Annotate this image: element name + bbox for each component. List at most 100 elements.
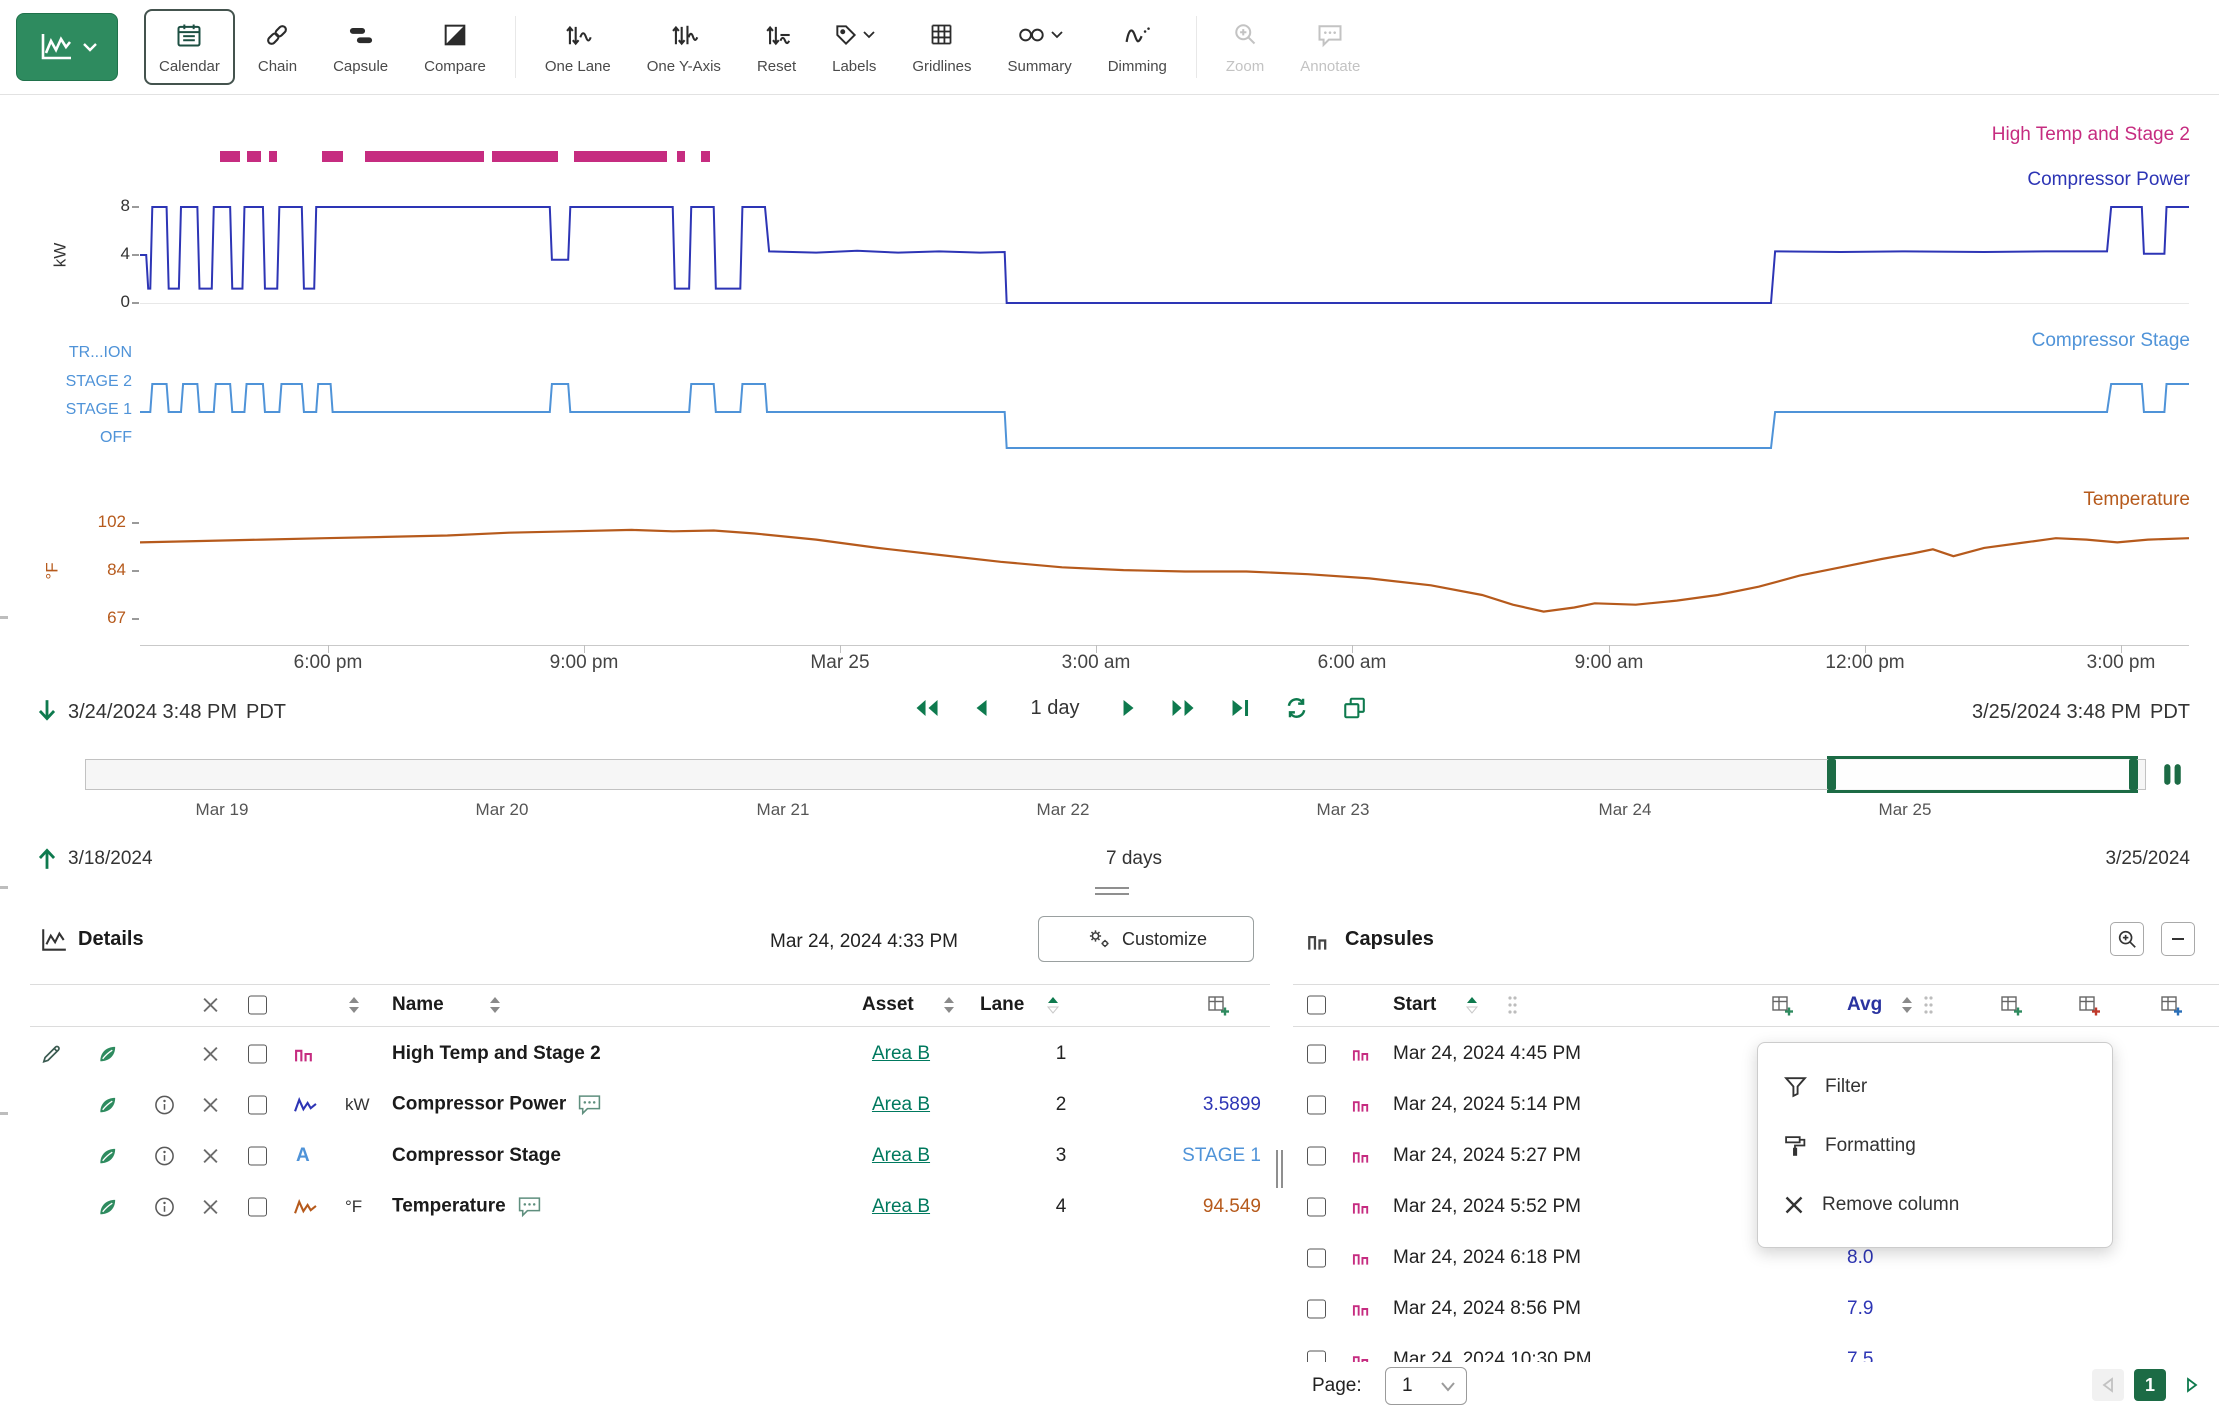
sort-icon[interactable] bbox=[347, 996, 361, 1014]
remove-item-icon[interactable] bbox=[202, 1096, 219, 1113]
toolbar-one-lane[interactable]: One Lane bbox=[532, 7, 624, 87]
page-current-button[interactable]: 1 bbox=[2134, 1369, 2166, 1401]
column-header-asset[interactable]: Asset bbox=[862, 994, 914, 1016]
item-tool-icon[interactable] bbox=[96, 1195, 119, 1218]
comment-bubble-icon[interactable] bbox=[577, 1093, 602, 1116]
toolbar-chain[interactable]: Chain bbox=[245, 7, 310, 87]
row-checkbox[interactable] bbox=[1307, 1146, 1326, 1165]
item-name[interactable]: Temperature bbox=[392, 1195, 542, 1218]
toolbar-summary[interactable]: Summary bbox=[995, 7, 1085, 87]
lane-resize-grip[interactable] bbox=[0, 616, 8, 619]
add-column-icon[interactable] bbox=[1999, 994, 2023, 1017]
column-header-name[interactable]: Name bbox=[392, 994, 444, 1016]
investigate-range-start[interactable]: 3/18/2024 bbox=[68, 848, 153, 870]
legend-temperature[interactable]: Temperature bbox=[2083, 489, 2190, 511]
investigate-start-arrow-icon[interactable] bbox=[36, 845, 58, 871]
add-column-icon[interactable] bbox=[2159, 994, 2183, 1017]
capsule-start[interactable]: Mar 24, 2024 5:14 PM bbox=[1393, 1094, 1581, 1116]
toolbar-one-y-axis[interactable]: One Y-Axis bbox=[634, 7, 734, 87]
step-forward-button[interactable] bbox=[1121, 698, 1136, 718]
display-range-end[interactable]: 3/25/2024 3:48 PM bbox=[1972, 701, 2141, 724]
page-size-select[interactable]: 1 bbox=[1385, 1367, 1467, 1405]
row-checkbox[interactable] bbox=[1307, 1299, 1326, 1318]
remove-item-icon[interactable] bbox=[202, 1045, 219, 1062]
step-forward-double-button[interactable] bbox=[1170, 698, 1196, 718]
capsules-collapse-button[interactable] bbox=[2161, 922, 2195, 956]
edit-pencil-icon[interactable] bbox=[40, 1042, 63, 1065]
toolbar-dimming[interactable]: Dimming bbox=[1095, 7, 1180, 87]
sort-icon[interactable] bbox=[942, 996, 956, 1014]
step-back-button[interactable] bbox=[974, 698, 989, 718]
item-tool-icon[interactable] bbox=[96, 1042, 119, 1065]
column-header-start[interactable]: Start bbox=[1393, 994, 1436, 1016]
sort-icon[interactable] bbox=[1900, 996, 1914, 1014]
remove-item-icon[interactable] bbox=[202, 1198, 219, 1215]
column-header-avg[interactable]: Avg bbox=[1847, 994, 1882, 1016]
row-checkbox[interactable] bbox=[1307, 1197, 1326, 1216]
page-next-button[interactable] bbox=[2176, 1369, 2208, 1401]
sort-ascending-icon[interactable] bbox=[1046, 996, 1060, 1014]
toolbar-labels[interactable]: Labels bbox=[819, 7, 889, 87]
row-checkbox[interactable] bbox=[1307, 1095, 1326, 1114]
trend-view-button[interactable] bbox=[16, 13, 118, 81]
select-all-checkbox[interactable] bbox=[1307, 996, 1326, 1015]
capsule-start[interactable]: Mar 24, 2024 6:18 PM bbox=[1393, 1247, 1581, 1269]
info-icon[interactable] bbox=[154, 1145, 175, 1166]
investigate-range-end[interactable]: 3/25/2024 bbox=[2105, 848, 2190, 870]
page-prev-button[interactable] bbox=[2092, 1369, 2124, 1401]
toolbar-calendar[interactable]: Calendar bbox=[144, 9, 235, 85]
add-column-icon[interactable] bbox=[1770, 994, 1794, 1017]
auto-update-refresh-button[interactable] bbox=[1284, 696, 1308, 720]
capsule-start[interactable]: Mar 24, 2024 8:56 PM bbox=[1393, 1298, 1581, 1320]
step-to-end-button[interactable] bbox=[1230, 698, 1250, 718]
toolbar-compare[interactable]: Compare bbox=[411, 7, 499, 87]
select-all-checkbox[interactable] bbox=[248, 996, 267, 1015]
column-grip-icon[interactable] bbox=[1923, 993, 1934, 1017]
condition-style-icon[interactable] bbox=[294, 1043, 315, 1064]
asset-link[interactable]: Area B bbox=[866, 1043, 936, 1065]
item-name[interactable]: Compressor Power bbox=[392, 1093, 602, 1116]
toolbar-reset[interactable]: Reset bbox=[744, 7, 809, 87]
menu-item-formatting[interactable]: Formatting bbox=[1758, 1116, 2112, 1175]
row-checkbox[interactable] bbox=[248, 1146, 267, 1165]
legend-condition[interactable]: High Temp and Stage 2 bbox=[1992, 124, 2190, 146]
power-axis-unit[interactable]: kW bbox=[50, 243, 70, 268]
item-tool-icon[interactable] bbox=[96, 1093, 119, 1116]
signal-style-icon[interactable] bbox=[294, 1094, 317, 1115]
toolbar-annotate[interactable]: Annotate bbox=[1287, 7, 1373, 87]
range-duration[interactable]: 1 day bbox=[1031, 697, 1080, 720]
signal-style-icon[interactable] bbox=[294, 1196, 317, 1217]
asset-link[interactable]: Area B bbox=[866, 1145, 936, 1167]
comment-bubble-icon[interactable] bbox=[517, 1195, 542, 1218]
remove-item-icon[interactable] bbox=[202, 1147, 219, 1164]
add-column-icon[interactable] bbox=[2077, 994, 2101, 1017]
panel-splitter-handle[interactable] bbox=[1095, 887, 1129, 895]
item-name[interactable]: High Temp and Stage 2 bbox=[392, 1043, 601, 1065]
selection-right-handle[interactable] bbox=[2129, 759, 2138, 790]
legend-compressor-power[interactable]: Compressor Power bbox=[2027, 169, 2190, 191]
capsules-zoom-button[interactable] bbox=[2110, 922, 2144, 956]
selection-left-handle[interactable] bbox=[1827, 759, 1836, 790]
step-back-double-button[interactable] bbox=[914, 698, 940, 718]
temp-axis-unit[interactable]: °F bbox=[43, 562, 63, 579]
row-checkbox[interactable] bbox=[248, 1095, 267, 1114]
item-tool-icon[interactable] bbox=[96, 1144, 119, 1167]
asset-link[interactable]: Area B bbox=[866, 1196, 936, 1218]
capsule-start[interactable]: Mar 24, 2024 5:52 PM bbox=[1393, 1196, 1581, 1218]
investigate-range-span[interactable]: 7 days bbox=[1106, 848, 1162, 870]
asset-link[interactable]: Area B bbox=[866, 1094, 936, 1116]
toolbar-zoom[interactable]: Zoom bbox=[1213, 7, 1277, 87]
row-checkbox[interactable] bbox=[1307, 1044, 1326, 1063]
remove-all-icon[interactable] bbox=[202, 997, 219, 1014]
column-header-lane[interactable]: Lane bbox=[980, 994, 1024, 1016]
lane-resize-grip[interactable] bbox=[0, 886, 8, 889]
info-icon[interactable] bbox=[154, 1094, 175, 1115]
toolbar-capsule[interactable]: Capsule bbox=[320, 7, 401, 87]
row-checkbox[interactable] bbox=[248, 1044, 267, 1063]
panel-resize-grip[interactable] bbox=[0, 1112, 8, 1115]
sort-ascending-icon[interactable] bbox=[1465, 996, 1479, 1014]
sort-icon[interactable] bbox=[488, 996, 502, 1014]
display-range-start[interactable]: 3/24/2024 3:48 PM bbox=[68, 701, 237, 724]
string-signal-style-icon[interactable]: A bbox=[296, 1145, 310, 1167]
column-grip-icon[interactable] bbox=[1507, 993, 1518, 1017]
